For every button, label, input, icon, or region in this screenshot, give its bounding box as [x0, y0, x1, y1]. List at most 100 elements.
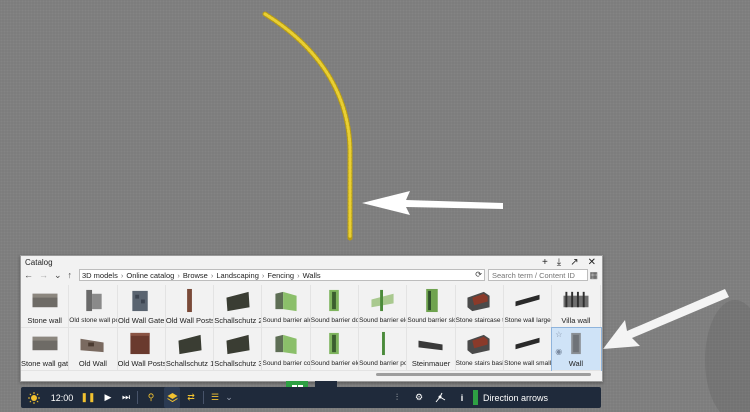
pause-icon[interactable]: ❚❚	[80, 387, 95, 408]
white-arrow-annotation	[362, 191, 503, 215]
catalog-item-thumbnail	[426, 288, 438, 313]
catalog-item[interactable]: Stone wall gate	[21, 328, 70, 371]
path-tool-icon[interactable]	[434, 387, 446, 408]
catalog-item-thumbnail	[80, 338, 104, 353]
catalog-item-thumbnail	[130, 332, 150, 355]
catalog-item[interactable]: Stone wall small	[503, 328, 553, 371]
catalog-item-thumbnail	[86, 289, 102, 312]
catalog-item-thumbnail	[371, 289, 394, 312]
breadcrumb-separator: ›	[210, 270, 214, 280]
catalog-item[interactable]: Stone wall large	[503, 285, 553, 328]
download-icon[interactable]: ⤓	[557, 257, 561, 268]
shuffle-icon[interactable]: ⇄	[185, 387, 197, 408]
catalog-item-thumbnail	[571, 332, 581, 355]
catalog-item-label: Sound barrier con...	[262, 360, 309, 367]
catalog-item[interactable]: Old Wall Posts	[117, 328, 166, 371]
breadcrumb-item[interactable]: Walls	[303, 271, 321, 280]
layers-icon[interactable]	[164, 387, 180, 408]
time-display[interactable]: 12:00	[51, 387, 74, 408]
catalog-item[interactable]: Sound barrier alco...	[262, 285, 311, 328]
sun-icon[interactable]	[27, 387, 41, 408]
info-icon[interactable]: i	[457, 387, 467, 408]
catalog-item-thumbnail	[32, 336, 58, 351]
catalog-item[interactable]: Sound barrier ele...	[310, 328, 360, 371]
catalog-item[interactable]: Sound barrier ele...	[359, 285, 408, 328]
catalog-item-thumbnail	[381, 331, 385, 356]
catalog-item-label: Old Wall	[78, 360, 107, 368]
catalog-item-label: Wall	[568, 360, 584, 368]
catalog-item-label: Old stone wall po...	[69, 317, 116, 324]
breadcrumb-separator: ›	[120, 270, 124, 280]
catalog-item-thumbnail	[329, 289, 340, 312]
catalog-item-thumbnail	[226, 291, 250, 312]
catalog-item-label: Stone staircase to...	[455, 317, 503, 324]
breadcrumb-item[interactable]: Landscaping	[216, 271, 259, 280]
catalog-nav: ← → ⌄ ↑	[24, 270, 72, 281]
catalog-item-label: Stone stairs basic...	[455, 360, 503, 367]
catalog-item-thumbnail	[177, 334, 202, 355]
breadcrumb-separator: ›	[297, 270, 300, 280]
catalog-item-label: Villa wall	[561, 317, 591, 325]
catalog-item[interactable]: Sound barrier con...	[262, 328, 311, 371]
catalog-item[interactable]: Stone wall	[21, 285, 70, 328]
catalog-item[interactable]: Schallschutz 2	[214, 285, 263, 328]
chevron-down-icon[interactable]: ⌄	[224, 387, 234, 408]
catalog-item-thumbnail	[132, 290, 148, 312]
breadcrumb-separator: ›	[261, 270, 265, 280]
catalog-item-thumbnail	[467, 334, 490, 355]
catalog-item[interactable]: Villa wall	[552, 285, 601, 328]
catalog-item-label: Sound barrier alco...	[262, 317, 309, 324]
close-icon[interactable]: ✕	[588, 257, 596, 268]
catalog-item-label: Sound barrier post	[359, 360, 406, 367]
search-icon[interactable]: ⚲	[145, 387, 157, 408]
catalog-item[interactable]: Steinmauer	[407, 328, 456, 371]
catalog-item[interactable]: Stone staircase to...	[455, 285, 504, 328]
back-arrow-icon[interactable]: ←	[24, 270, 33, 281]
active-indicator	[473, 390, 478, 405]
breadcrumb-item[interactable]: 3D models	[82, 271, 118, 280]
list-icon[interactable]: ☰	[209, 387, 221, 408]
catalog-item[interactable]: Schallschutz 1	[165, 328, 215, 371]
catalog-actions: + ⤓ ↗ ✕	[542, 257, 596, 268]
catalog-item-thumbnail	[186, 288, 192, 313]
catalog-item[interactable]: Old Wall Posts	[165, 285, 215, 328]
favorite-star-icon[interactable]: ☆	[555, 330, 562, 339]
catalog-item[interactable]: Old Wall	[69, 328, 118, 371]
catalog-item[interactable]: Stone stairs basic...	[455, 328, 504, 371]
bottom-toolbar: 12:00 ❚❚ ▶ ⏭ ⚲ ⇄ ☰ ⌄ ⫶ ⚙ i Direction arr…	[21, 387, 601, 408]
catalog-item-label: Sound barrier ele...	[359, 317, 406, 324]
up-arrow-icon[interactable]: ↑	[68, 270, 73, 281]
catalog-item[interactable]: Old Wall Gate	[117, 285, 166, 328]
catalog-item[interactable]: Schallschutz 3	[214, 328, 263, 371]
add-icon[interactable]: +	[542, 257, 548, 268]
direction-arrows-label[interactable]: Direction arrows	[483, 387, 593, 408]
catalog-item-label: Schallschutz 2	[214, 317, 262, 325]
breadcrumb-item[interactable]: Fencing	[267, 271, 294, 280]
gear-icon[interactable]: ⚙	[413, 387, 425, 408]
catalog-item[interactable]: Sound barrier slope	[407, 285, 456, 328]
catalog-item[interactable]: Sound barrier door	[310, 285, 360, 328]
catalog-item-label: Schallschutz 1	[165, 360, 214, 368]
catalog-item[interactable]: Sound barrier post	[359, 328, 408, 371]
grid-view-icon[interactable]: ▦	[589, 270, 598, 281]
catalog-item-label: Stone wall	[27, 317, 62, 325]
catalog-scrollbar[interactable]	[376, 373, 591, 376]
forward-arrow-icon[interactable]: →	[39, 270, 48, 281]
refresh-icon[interactable]: ⟳	[475, 270, 482, 279]
catalog-item-label: Schallschutz 3	[214, 360, 262, 368]
catalog-items-grid: Stone wall Old stone wall po...Old Wall G…	[21, 285, 602, 371]
catalog-item-thumbnail	[275, 334, 297, 355]
catalog-item-thumbnail	[329, 332, 340, 355]
toolbar-separator	[203, 391, 204, 404]
skip-forward-icon[interactable]: ⏭	[121, 387, 131, 408]
catalog-item[interactable]: Wall ☆ ◉	[551, 327, 602, 371]
breadcrumb-item[interactable]: Browse	[183, 271, 208, 280]
chevron-down-icon[interactable]: ⌄	[54, 270, 62, 281]
play-icon[interactable]: ▶	[103, 387, 113, 408]
search-input[interactable]	[488, 269, 588, 281]
catalog-item[interactable]: Old stone wall po...	[69, 285, 118, 328]
breadcrumb-item[interactable]: Online catalog	[126, 271, 174, 280]
sliders-icon[interactable]: ⫶	[391, 387, 403, 408]
external-link-icon[interactable]: ↗	[570, 257, 578, 268]
catalog-item-label: Stone wall gate	[21, 360, 69, 368]
